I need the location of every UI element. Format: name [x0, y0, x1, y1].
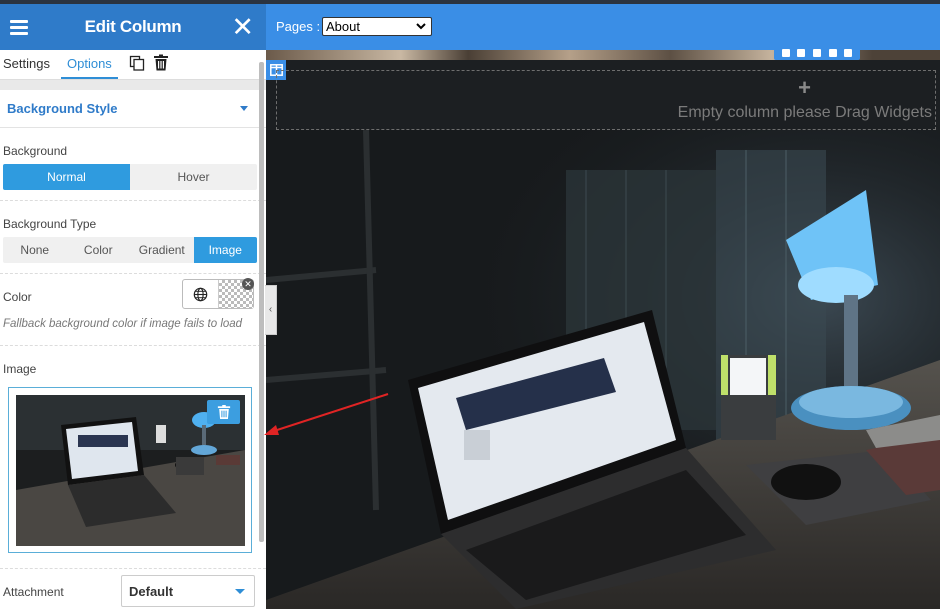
pages-bar: Pages : About: [266, 4, 940, 50]
drop-zone-message: Empty column please Drag Widgets: [677, 104, 932, 121]
tab-options[interactable]: Options: [67, 56, 112, 71]
empty-column-drop-zone[interactable]: + Empty column please Drag Widgets: [276, 70, 936, 130]
state-hover-button[interactable]: Hover: [130, 164, 257, 190]
annotation-arrow-icon: [264, 393, 389, 435]
background-image-scene: [266, 130, 940, 609]
move-icon[interactable]: [781, 49, 790, 57]
active-tab-indicator: [61, 77, 118, 79]
chevron-down-icon[interactable]: [844, 49, 853, 57]
type-none-button[interactable]: None: [3, 237, 67, 263]
background-image-thumbnail[interactable]: [16, 395, 245, 546]
color-label: Color: [3, 290, 32, 304]
background-style-section-header[interactable]: Background Style: [0, 90, 266, 128]
section-gap: [0, 80, 266, 90]
caret-down-icon: [240, 106, 248, 111]
copy-icon[interactable]: [129, 55, 145, 71]
page-canvas: Pages : About + Empty column please Drag…: [266, 4, 940, 609]
color-picker: ✕: [182, 278, 254, 309]
close-icon[interactable]: ✕: [231, 12, 254, 42]
caret-down-icon: [235, 589, 245, 594]
remove-image-button[interactable]: [207, 400, 240, 424]
divider: [0, 345, 266, 346]
type-image-button[interactable]: Image: [193, 237, 257, 263]
trash-icon[interactable]: [812, 49, 821, 57]
panel-scrollbar[interactable]: [259, 62, 264, 542]
edit-icon[interactable]: [828, 49, 837, 57]
edit-column-panel: Edit Column ✕ Settings Options Backgroun…: [0, 4, 266, 609]
background-state-toggle: Normal Hover: [3, 164, 257, 190]
attachment-value: Default: [129, 584, 174, 599]
clear-color-icon[interactable]: ✕: [242, 278, 254, 290]
divider: [0, 273, 266, 274]
attachment-label: Attachment: [3, 585, 64, 599]
background-type-label: Background Type: [3, 217, 97, 231]
image-preview-box[interactable]: [8, 387, 252, 553]
tab-settings[interactable]: Settings: [3, 56, 50, 71]
attachment-select[interactable]: Default: [121, 575, 255, 607]
trash-icon: [217, 405, 230, 419]
panel-header: Edit Column ✕: [0, 4, 266, 50]
section-title: Background Style: [7, 101, 118, 116]
background-label: Background: [3, 144, 68, 158]
panel-tabs: Settings Options: [0, 50, 266, 80]
trash-icon[interactable]: [153, 54, 169, 71]
chevron-down-icon: [416, 23, 426, 30]
divider: [0, 568, 266, 569]
chevron-left-icon[interactable]: ‹: [265, 285, 277, 335]
column-toolbar: [774, 46, 860, 60]
image-label: Image: [3, 362, 37, 376]
type-gradient-button[interactable]: Gradient: [130, 237, 194, 263]
pages-select[interactable]: About: [322, 17, 432, 36]
panel-title: Edit Column: [84, 17, 182, 36]
copy-icon[interactable]: [797, 49, 806, 57]
type-color-button[interactable]: Color: [67, 237, 131, 263]
transparent-color-swatch[interactable]: ✕: [219, 278, 254, 308]
pages-label: Pages :: [276, 19, 321, 34]
add-widget-icon[interactable]: +: [798, 77, 811, 99]
background-type-toggle: None Color Gradient Image: [3, 237, 257, 263]
globe-icon[interactable]: [183, 280, 219, 308]
color-fallback-hint: Fallback background color if image fails…: [3, 318, 243, 330]
state-normal-button[interactable]: Normal: [3, 164, 130, 190]
divider: [0, 200, 266, 201]
pages-select-value: About: [326, 19, 360, 34]
